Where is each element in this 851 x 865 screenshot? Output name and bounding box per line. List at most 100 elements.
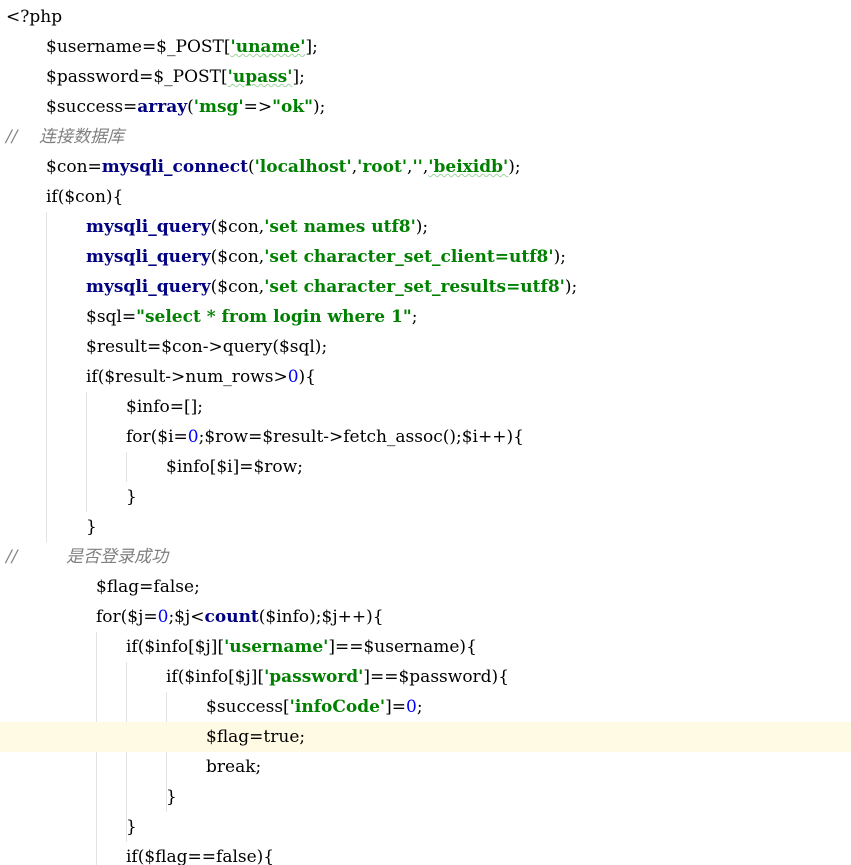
code-token-txt: $flag=false; (96, 577, 200, 597)
code-token-txt: ( (187, 97, 194, 117)
code-line[interactable]: <?php (0, 2, 851, 32)
code-token-fn: mysqli_connect (101, 157, 248, 177)
code-token-cmt: // 是否登录成功 (6, 547, 169, 567)
code-token-txt: } (126, 487, 137, 507)
code-token-str: 'root' (357, 157, 408, 177)
code-line-content: $flag=true; (206, 722, 305, 752)
code-line[interactable]: } (0, 782, 851, 812)
code-line[interactable]: $con=mysqli_connect('localhost','root','… (0, 152, 851, 182)
code-token-num: 0 (187, 427, 199, 447)
code-line[interactable]: // 连接数据库 (0, 122, 851, 152)
code-token-txt: for($i= (126, 427, 188, 447)
code-line[interactable]: $success['infoCode']=0; (0, 692, 851, 722)
code-line[interactable]: $flag=false; (0, 572, 851, 602)
code-token-txt: $info=[]; (126, 397, 203, 417)
code-line[interactable]: $password=$_POST['upass']; (0, 62, 851, 92)
code-token-txt: if($info[$j][ (126, 637, 225, 657)
code-line[interactable]: if($info[$j]['username']==$username){ (0, 632, 851, 662)
code-token-txt: ]; (292, 67, 305, 87)
code-line[interactable]: break; (0, 752, 851, 782)
code-token-txt: for($j= (96, 607, 158, 627)
code-line-content: for($j=0;$j<count($info);$j++){ (96, 602, 384, 632)
code-token-txt: ($info);$j++){ (258, 607, 384, 627)
code-line-content: } (126, 482, 137, 512)
code-token-txt: ); (553, 247, 566, 267)
code-token-txt: ]= (385, 697, 407, 717)
code-token-txt: ]==$password){ (363, 667, 510, 687)
code-token-txt: ); (415, 217, 429, 237)
code-token-fn: mysqli_query (86, 277, 211, 297)
code-token-kw: array (137, 97, 188, 117)
code-line[interactable]: for($j=0;$j<count($info);$j++){ (0, 602, 851, 632)
code-token-str: 'localhost' (254, 157, 352, 177)
code-line-content: mysqli_query($con,'set names utf8'); (86, 212, 428, 242)
code-editor[interactable]: <?php $username=$_POST['uname']; $password… (0, 0, 851, 865)
code-token-str: 'upass' (227, 67, 293, 87)
code-token-txt: $info[$i]=$row; (166, 457, 303, 477)
code-line[interactable]: mysqli_query($con,'set character_set_res… (0, 272, 851, 302)
code-line[interactable]: mysqli_query($con,'set names utf8'); (0, 212, 851, 242)
code-line-content: $con=mysqli_connect('localhost','root','… (46, 152, 521, 182)
code-token-txt: } (166, 787, 177, 807)
code-token-str: "ok" (272, 97, 313, 117)
code-line[interactable]: $info=[]; (0, 392, 851, 422)
code-line-content: if($info[$j]['password']==$password){ (166, 662, 509, 692)
code-line[interactable]: } (0, 482, 851, 512)
code-token-str: 'beixidb' (428, 157, 509, 177)
code-token-txt: $sql= (86, 307, 137, 327)
code-line-content: if($con){ (46, 182, 123, 212)
code-line-content: $success['infoCode']=0; (206, 692, 423, 722)
code-token-txt: } (126, 817, 137, 837)
code-line-content: if($info[$j]['username']==$username){ (126, 632, 477, 662)
code-token-txt: ;$j< (168, 607, 205, 627)
code-line-content: <?php (6, 2, 62, 32)
code-token-txt: if($flag==false){ (126, 847, 275, 865)
code-line[interactable]: } (0, 812, 851, 842)
code-token-txt: ($con, (210, 277, 265, 297)
code-token-str: "select * from login where 1" (136, 307, 412, 327)
code-line[interactable]: $info[$i]=$row; (0, 452, 851, 482)
code-token-txt: $success[ (206, 697, 290, 717)
code-line[interactable]: $username=$_POST['uname']; (0, 32, 851, 62)
code-token-txt: ;$row=$result->fetch_assoc();$i++){ (198, 427, 524, 447)
code-line-content: for($i=0;$row=$result->fetch_assoc();$i+… (126, 422, 524, 452)
code-line-content: break; (206, 752, 261, 782)
code-line-content: mysqli_query($con,'set character_set_res… (86, 272, 577, 302)
code-line-content: } (126, 812, 137, 842)
code-token-fn: mysqli_query (86, 217, 211, 237)
code-token-txt: ); (508, 157, 521, 177)
code-token-txt: ]; (305, 37, 318, 57)
code-line-content: $result=$con->query($sql); (86, 332, 327, 362)
code-token-txt: $username=$_POST[ (46, 37, 231, 57)
code-token-num: 0 (157, 607, 169, 627)
code-line-content: if($flag==false){ (126, 842, 274, 865)
code-line-content: $username=$_POST['uname']; (46, 32, 318, 62)
code-token-txt: ( (247, 157, 255, 177)
code-token-txt: } (86, 517, 97, 537)
code-token-txt: if($result->num_rows> (86, 367, 288, 387)
code-line[interactable]: if($info[$j]['password']==$password){ (0, 662, 851, 692)
code-token-txt: break; (206, 757, 262, 777)
code-token-txt: $password=$_POST[ (46, 67, 228, 87)
current-code-line[interactable]: $flag=true; (0, 722, 851, 752)
code-token-str: 'set character_set_results=utf8' (264, 277, 565, 297)
code-token-txt: ]==$username){ (328, 637, 477, 657)
code-line[interactable]: } (0, 512, 851, 542)
code-line-content: $sql="select * from login where 1"; (86, 302, 417, 332)
code-token-txt: $result=$con->query($sql); (86, 337, 328, 357)
code-line[interactable]: if($result->num_rows>0){ (0, 362, 851, 392)
code-line[interactable]: $result=$con->query($sql); (0, 332, 851, 362)
code-token-str: '' (412, 157, 423, 177)
code-line-content: if($result->num_rows>0){ (86, 362, 316, 392)
code-line[interactable]: $sql="select * from login where 1"; (0, 302, 851, 332)
code-token-txt: ; (411, 307, 418, 327)
code-line[interactable]: mysqli_query($con,'set character_set_cli… (0, 242, 851, 272)
code-token-num: 0 (287, 367, 299, 387)
code-line[interactable]: if($con){ (0, 182, 851, 212)
code-line-content: // 是否登录成功 (6, 542, 168, 572)
code-line[interactable]: // 是否登录成功 (0, 542, 851, 572)
code-line[interactable]: $success=array('msg'=>"ok"); (0, 92, 851, 122)
code-line[interactable]: if($flag==false){ (0, 842, 851, 865)
code-line[interactable]: for($i=0;$row=$result->fetch_assoc();$i+… (0, 422, 851, 452)
code-line-content: } (86, 512, 97, 542)
